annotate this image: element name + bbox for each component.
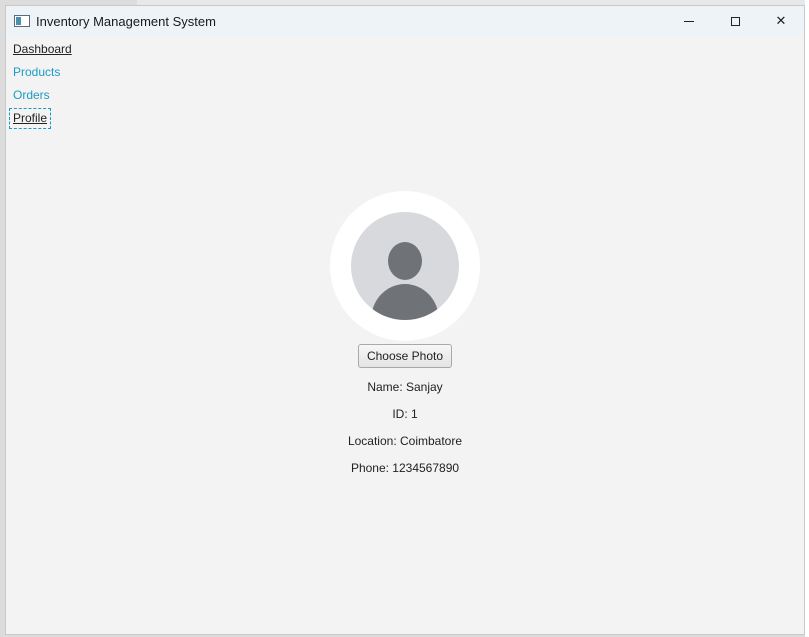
nav-link-profile[interactable]: Profile	[8, 108, 52, 129]
avatar-placeholder	[351, 212, 459, 320]
profile-location: Location: Coimbatore	[347, 434, 463, 448]
app-icon	[14, 15, 30, 27]
navigation-menu: Dashboard Products Orders Profile	[6, 38, 126, 130]
profile-name: Name: Sanjay	[367, 380, 443, 394]
minimize-button[interactable]	[666, 6, 712, 36]
maximize-icon	[730, 16, 740, 26]
window-controls: ✕	[666, 6, 804, 36]
nav-link-products[interactable]: Products	[10, 63, 63, 82]
profile-id: ID: 1	[392, 407, 418, 421]
close-button[interactable]: ✕	[758, 6, 804, 36]
app-window: Inventory Management System ✕ Dashboard …	[5, 5, 805, 635]
background-desktop-edge	[805, 0, 809, 637]
close-icon: ✕	[775, 13, 787, 29]
minimize-icon	[684, 20, 694, 22]
window-title: Inventory Management System	[36, 13, 216, 29]
nav-link-dashboard[interactable]: Dashboard	[10, 40, 75, 59]
profile-panel: Choose Photo Name: Sanjay ID: 1 Location…	[6, 191, 804, 476]
choose-photo-button[interactable]: Choose Photo	[357, 344, 453, 368]
profile-phone: Phone: 1234567890	[350, 461, 460, 475]
maximize-button[interactable]	[712, 6, 758, 36]
nav-link-orders[interactable]: Orders	[10, 86, 53, 105]
avatar	[330, 191, 480, 341]
user-icon	[371, 242, 439, 320]
title-bar[interactable]: Inventory Management System ✕	[6, 6, 804, 36]
